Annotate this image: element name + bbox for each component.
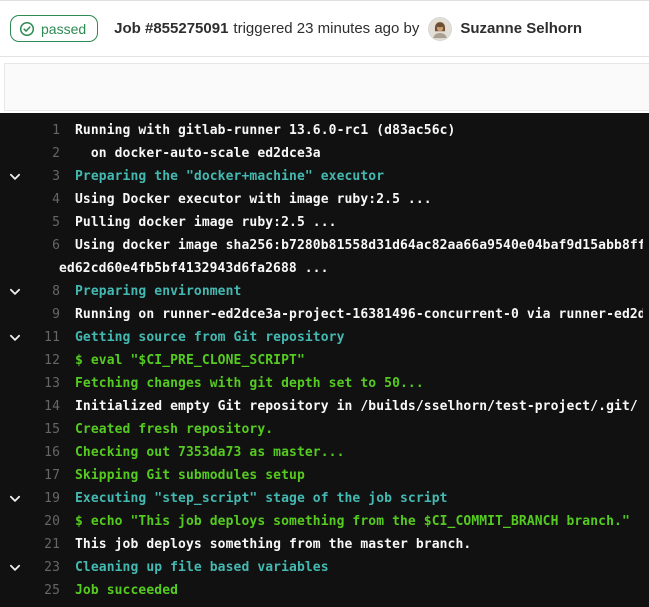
- log-line: 15 Created fresh repository.: [0, 418, 643, 441]
- log-line: 21 This job deploys something from the ma…: [0, 533, 643, 556]
- job-id: Job #855275091: [114, 20, 228, 37]
- log-line: 12 $ eval "$CI_PRE_CLONE_SCRIPT": [0, 349, 643, 372]
- log-line-text: Initialized empty Git repository in /bui…: [75, 395, 643, 418]
- log-line-number[interactable]: 4: [24, 188, 60, 211]
- log-line-text: Job succeeded: [75, 579, 643, 602]
- log-line-text: Preparing the "docker+machine" executor: [75, 165, 643, 188]
- log-line-text: Skipping Git submodules setup: [75, 464, 643, 487]
- log-line-number[interactable]: 23: [24, 556, 60, 579]
- log-line-number[interactable]: 12: [24, 349, 60, 372]
- chevron-down-icon[interactable]: [0, 332, 24, 344]
- log-line-number[interactable]: 8: [24, 280, 60, 303]
- chevron-down-icon[interactable]: [0, 171, 24, 183]
- log-line: 4 Using Docker executor with image ruby:2…: [0, 188, 643, 211]
- log-line-number[interactable]: 25: [24, 579, 60, 602]
- check-circle-icon: [19, 21, 35, 37]
- log-line: 1 Running with gitlab-runner 13.6.0-rc1 (…: [0, 119, 643, 142]
- log-line-number[interactable]: 2: [24, 142, 60, 165]
- log-line-text: $ echo "This job deploys something from …: [75, 510, 643, 533]
- job-log: 1 Running with gitlab-runner 13.6.0-rc1 (…: [0, 113, 649, 607]
- log-line-text: $ eval "$CI_PRE_CLONE_SCRIPT": [75, 349, 643, 372]
- status-badge[interactable]: passed: [10, 15, 98, 42]
- log-line-text: Getting source from Git repository: [75, 326, 643, 349]
- log-line: 2 on docker-auto-scale ed2dce3a: [0, 142, 643, 165]
- log-toolbar: [4, 63, 649, 111]
- log-line: 5 Pulling docker image ruby:2.5 ...: [0, 211, 643, 234]
- chevron-down-icon[interactable]: [0, 562, 24, 574]
- log-line-text: Executing "step_script" stage of the job…: [75, 487, 643, 510]
- status-badge-label: passed: [41, 21, 86, 37]
- log-line-number[interactable]: 14: [24, 395, 60, 418]
- log-line-text: Running with gitlab-runner 13.6.0-rc1 (d…: [75, 119, 643, 142]
- log-line-number[interactable]: 5: [24, 211, 60, 234]
- log-line-number[interactable]: 9: [24, 303, 60, 326]
- log-line-text: ed62cd60e4fb5bf4132943d6fa2688 ...: [59, 257, 643, 280]
- log-line-number[interactable]: 20: [24, 510, 60, 533]
- log-line-number[interactable]: 3: [24, 165, 60, 188]
- job-meta: Job #855275091 triggered 23 minutes ago …: [114, 17, 582, 41]
- log-line: 11 Getting source from Git repository: [0, 326, 643, 349]
- trigger-text: triggered 23 minutes ago by: [233, 20, 419, 37]
- log-line: 6 Using docker image sha256:b7280b81558d3…: [0, 234, 643, 257]
- log-line-number[interactable]: 17: [24, 464, 60, 487]
- log-line: 3 Preparing the "docker+machine" executor: [0, 165, 643, 188]
- log-line: 9 Running on runner-ed2dce3a-project-1638…: [0, 303, 643, 326]
- log-line-text: Using docker image sha256:b7280b81558d31…: [75, 234, 643, 257]
- user-name[interactable]: Suzanne Selhorn: [460, 20, 582, 37]
- log-line-number[interactable]: 21: [24, 533, 60, 556]
- log-line-text: Checking out 7353da73 as master...: [75, 441, 643, 464]
- log-line-number[interactable]: 16: [24, 441, 60, 464]
- log-line-number[interactable]: 11: [24, 326, 60, 349]
- log-line: 20 $ echo "This job deploys something fro…: [0, 510, 643, 533]
- log-line-number[interactable]: 13: [24, 372, 60, 395]
- log-line-text: Using Docker executor with image ruby:2.…: [75, 188, 643, 211]
- log-line-text: Pulling docker image ruby:2.5 ...: [75, 211, 643, 234]
- log-line-text: Preparing environment: [75, 280, 643, 303]
- log-line: 25 Job succeeded: [0, 579, 643, 602]
- log-line-text: on docker-auto-scale ed2dce3a: [75, 142, 643, 165]
- log-line-number[interactable]: 19: [24, 487, 60, 510]
- user-avatar[interactable]: [428, 17, 452, 41]
- job-header: passed Job #855275091 triggered 23 minut…: [0, 1, 649, 57]
- log-line-text: Fetching changes with git depth set to 5…: [75, 372, 643, 395]
- chevron-down-icon[interactable]: [0, 286, 24, 298]
- log-line-number[interactable]: 1: [24, 119, 60, 142]
- log-line-text: Created fresh repository.: [75, 418, 643, 441]
- log-line: 13 Fetching changes with git depth set to…: [0, 372, 643, 395]
- log-line-text: This job deploys something from the mast…: [75, 533, 643, 556]
- log-line-number[interactable]: 15: [24, 418, 60, 441]
- log-line-text: Running on runner-ed2dce3a-project-16381…: [75, 303, 643, 326]
- log-line-number[interactable]: 6: [24, 234, 60, 257]
- log-line: 8 Preparing environment: [0, 280, 643, 303]
- log-line: 19 Executing "step_script" stage of the j…: [0, 487, 643, 510]
- log-line: 14 Initialized empty Git repository in /b…: [0, 395, 643, 418]
- log-line-text: Cleaning up file based variables: [75, 556, 643, 579]
- log-line: ed62cd60e4fb5bf4132943d6fa2688 ...: [0, 257, 643, 280]
- log-line: 17 Skipping Git submodules setup: [0, 464, 643, 487]
- log-line: 16 Checking out 7353da73 as master...: [0, 441, 643, 464]
- chevron-down-icon[interactable]: [0, 493, 24, 505]
- log-line: 23 Cleaning up file based variables: [0, 556, 643, 579]
